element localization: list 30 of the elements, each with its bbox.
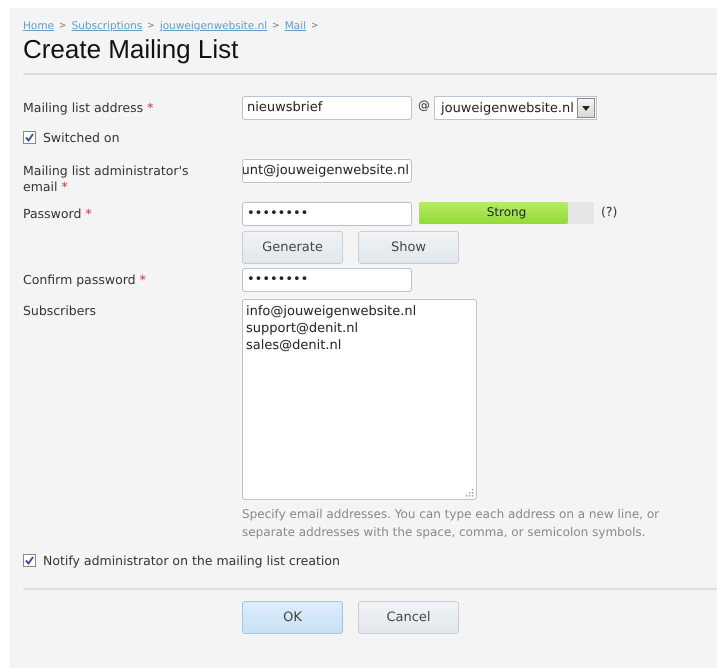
help-link[interactable]: (?) <box>601 202 618 219</box>
checkbox[interactable] <box>23 131 36 144</box>
password-field[interactable]: •••••••• <box>242 202 412 226</box>
hint-text: Specify email addresses. You can type each address on a new line, or separate addresses with the space, comma, or semicolon symbols. <box>242 506 660 541</box>
resize-grip-icon[interactable] <box>466 489 474 497</box>
ok-button[interactable]: OK <box>242 601 343 634</box>
checkbox-label: Notify administrator on the mailing list creation <box>43 553 340 568</box>
confirm-password-field[interactable]: •••••••• <box>242 268 412 292</box>
field-label: Mailing list address * <box>23 99 154 116</box>
subscribers-field[interactable]: info@jouweigenwebsite.nl support@denit.nl sales@denit.nl <box>242 299 477 500</box>
checkbox-label: Switched on <box>43 130 120 145</box>
breadcrumb-separator: > <box>59 21 67 31</box>
password-button[interactable]: Show <box>358 231 459 264</box>
field-label: Subscribers <box>23 302 98 319</box>
breadcrumb-separator: > <box>311 21 319 31</box>
field-label: Confirm password * <box>23 271 147 288</box>
breadcrumb-separator: > <box>272 21 280 31</box>
address-field[interactable]: nieuwsbrief <box>242 96 412 120</box>
strength-text: Strong <box>486 205 528 219</box>
field-label: Mailing list administrator's email * <box>23 162 190 195</box>
breadcrumb-separator: > <box>147 21 155 31</box>
caret-icon <box>577 98 595 118</box>
domain-select[interactable]: jouweigenwebsite.nl <box>434 96 597 120</box>
field-label: Password * <box>23 205 93 222</box>
page-title: Create Mailing List <box>23 34 717 75</box>
at-sign: @ <box>418 97 430 112</box>
cancel-button[interactable]: Cancel <box>358 601 459 634</box>
password-button[interactable]: Generate <box>242 231 343 264</box>
checkbox[interactable] <box>23 554 36 567</box>
email-field[interactable]: unt@jouweigenwebsite.nl <box>242 159 412 183</box>
